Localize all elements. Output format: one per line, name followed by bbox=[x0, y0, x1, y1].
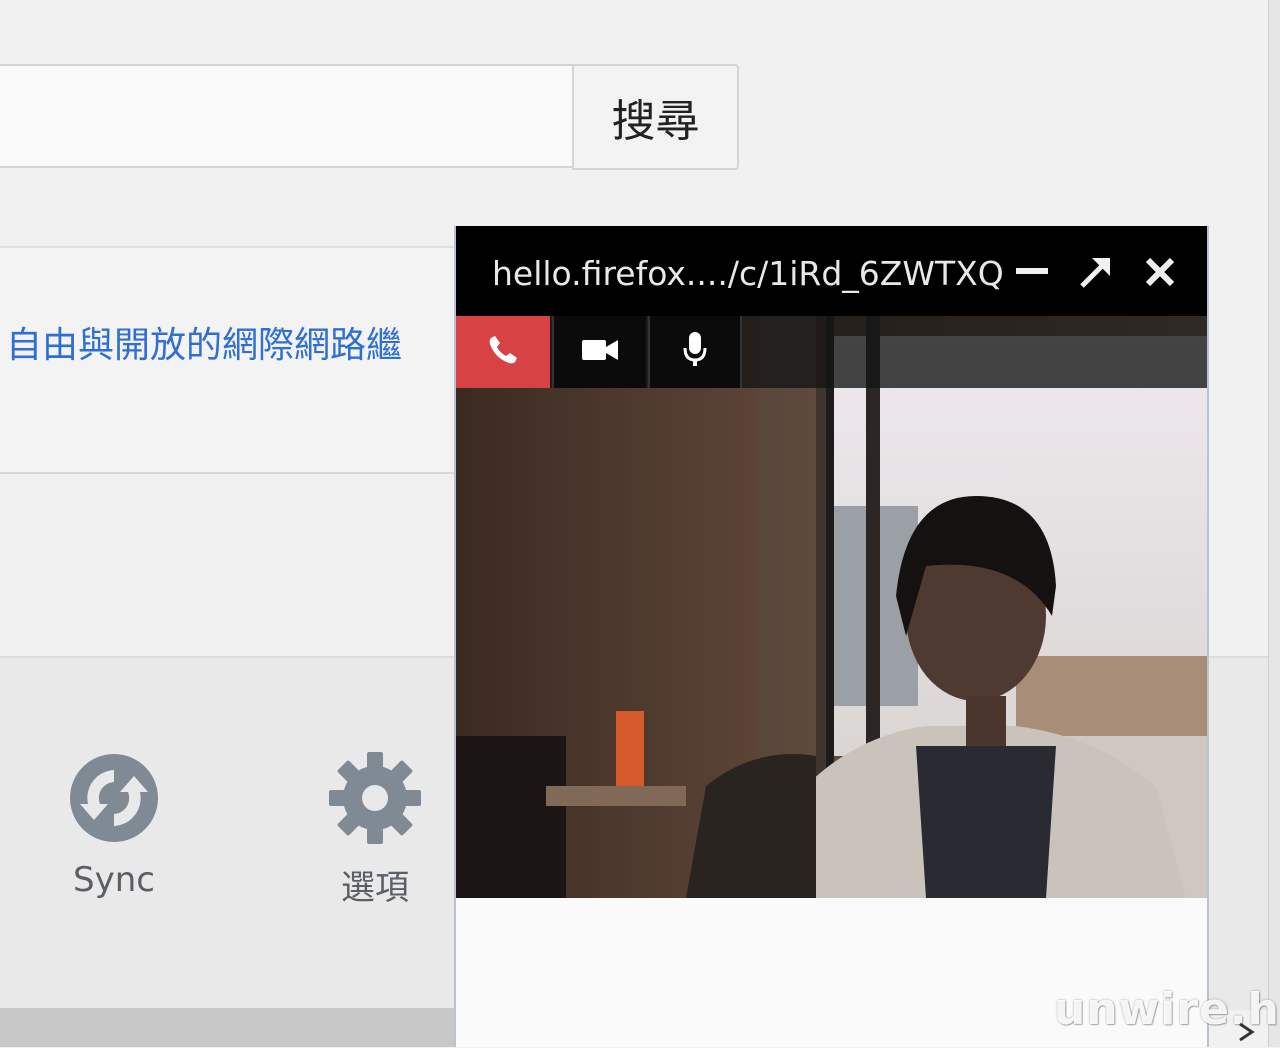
close-icon[interactable] bbox=[1138, 250, 1182, 294]
bottom-bar bbox=[0, 1008, 460, 1047]
phone-icon bbox=[485, 332, 521, 372]
microphone-toggle-button[interactable] bbox=[648, 316, 742, 388]
search-input[interactable] bbox=[0, 64, 572, 168]
sync-label: Sync bbox=[73, 860, 155, 900]
hello-titlebar: hello.firefox..../c/1iRd_6ZWTXQ bbox=[456, 226, 1207, 316]
options-label: 選項 bbox=[341, 868, 409, 908]
expand-icon[interactable] bbox=[1074, 250, 1118, 294]
sync-icon bbox=[68, 754, 160, 848]
minimize-icon[interactable] bbox=[1010, 250, 1054, 294]
call-controls bbox=[456, 316, 1207, 388]
hello-window-title: hello.firefox..../c/1iRd_6ZWTXQ bbox=[492, 254, 1004, 293]
options-launcher-item[interactable]: 選項 bbox=[316, 752, 434, 909]
snippet-link[interactable]: 自由與開放的網際網路繼 bbox=[6, 316, 402, 368]
camera-toggle-button[interactable] bbox=[552, 316, 646, 388]
video-camera-icon bbox=[580, 335, 620, 369]
sync-launcher-item[interactable]: Sync bbox=[56, 752, 172, 900]
search-button[interactable]: 搜尋 bbox=[572, 64, 739, 170]
video-stream bbox=[456, 316, 1207, 898]
hangup-button[interactable] bbox=[456, 316, 550, 388]
hello-conversation-window: hello.firefox..../c/1iRd_6ZWTXQ bbox=[454, 226, 1209, 1047]
gear-icon bbox=[329, 752, 421, 848]
window-edge bbox=[1268, 0, 1280, 1047]
chevron-right-icon bbox=[1236, 1020, 1258, 1048]
video-frame bbox=[456, 316, 1207, 898]
microphone-icon bbox=[682, 330, 708, 374]
